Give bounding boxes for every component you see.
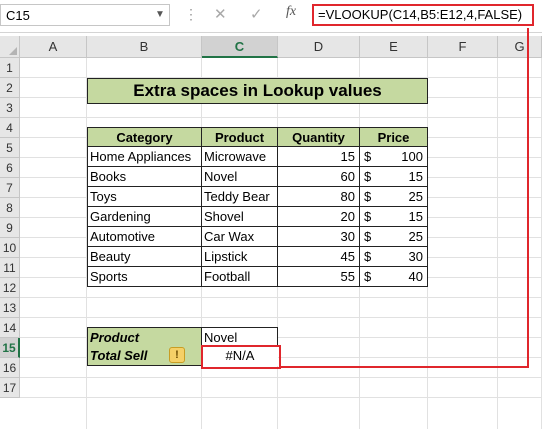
name-box[interactable]: C15 [0,4,170,26]
chevron-down-icon[interactable]: ▼ [155,9,165,20]
product-cell[interactable]: Lipstick [202,247,278,267]
row-header-16[interactable]: 16 [0,358,20,378]
product-cell[interactable]: Car Wax [202,227,278,247]
row-header-8[interactable]: 8 [0,198,20,218]
product-cell[interactable]: Novel [202,167,278,187]
formula-input[interactable]: =VLOOKUP(C14,B5:E12,4,FALSE) [312,4,534,26]
category-cell[interactable]: Home Appliances [87,147,202,167]
table-header-category[interactable]: Category [87,127,202,147]
row-header-4[interactable]: 4 [0,118,20,138]
connector-highlight [279,28,529,368]
row-header-12[interactable]: 12 [0,278,20,298]
row-header-3[interactable]: 3 [0,98,20,118]
result-highlight [201,345,281,369]
product-value-cell[interactable]: Novel [202,327,278,347]
row-header-6[interactable]: 6 [0,158,20,178]
more-icon[interactable]: ⋮ [184,6,198,23]
row-header-10[interactable]: 10 [0,238,20,258]
category-cell[interactable]: Automotive [87,227,202,247]
gridline [20,377,542,378]
category-cell[interactable]: Beauty [87,247,202,267]
product-cell[interactable]: Teddy Bear [202,187,278,207]
column-header-b[interactable]: B [87,36,202,58]
row-header-11[interactable]: 11 [0,258,20,278]
product-cell[interactable]: Shovel [202,207,278,227]
row-header-7[interactable]: 7 [0,178,20,198]
category-cell[interactable]: Gardening [87,207,202,227]
product-cell[interactable]: Football [202,267,278,287]
column-header-a[interactable]: A [20,36,87,58]
category-cell[interactable]: Sports [87,267,202,287]
row-header-13[interactable]: 13 [0,298,20,318]
enter-icon[interactable]: ✓ [250,5,263,23]
column-header-c[interactable]: C [202,36,278,58]
gridline [20,397,542,398]
insert-function-icon[interactable]: fx [286,4,296,20]
product-cell[interactable]: Microwave [202,147,278,167]
cancel-icon[interactable]: ✕ [214,5,227,23]
row-header-2[interactable]: 2 [0,78,20,98]
row-header-9[interactable]: 9 [0,218,20,238]
table-header-product[interactable]: Product [202,127,278,147]
select-all-corner[interactable] [0,36,20,58]
row-header-14[interactable]: 14 [0,318,20,338]
warning-icon[interactable]: ! [169,347,185,363]
connector-join [279,366,281,368]
row-header-15[interactable]: 15 [0,338,20,358]
category-cell[interactable]: Toys [87,187,202,207]
product-label-cell[interactable]: Product [87,327,202,347]
row-header-5[interactable]: 5 [0,138,20,158]
row-header-1[interactable]: 1 [0,58,20,78]
category-cell[interactable]: Books [87,167,202,187]
row-header-17[interactable]: 17 [0,378,20,398]
